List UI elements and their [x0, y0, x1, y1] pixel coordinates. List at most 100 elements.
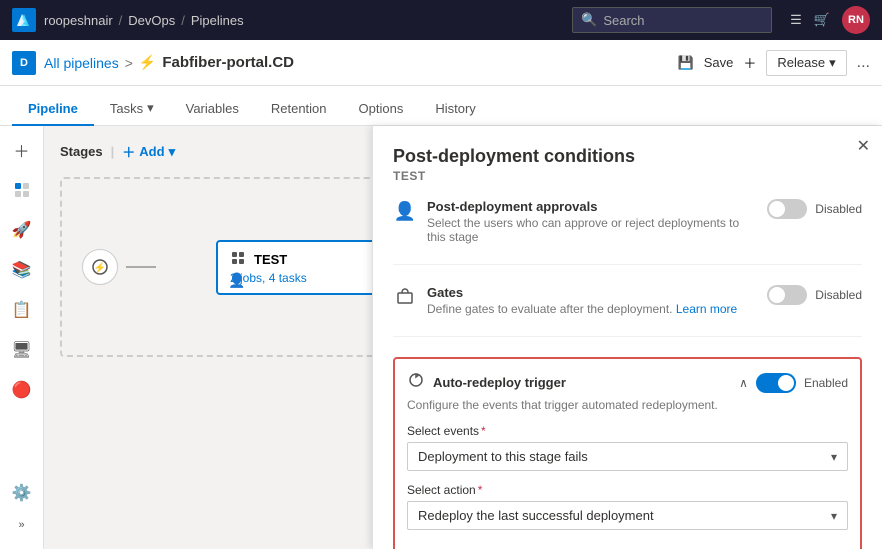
gates-toggle[interactable] — [767, 285, 807, 305]
select-events-required: * — [481, 424, 486, 438]
gates-title: Gates — [427, 285, 757, 300]
search-placeholder: Search — [603, 13, 644, 28]
auto-redeploy-toggle-label: Enabled — [804, 376, 848, 390]
auto-redeploy-section: Auto-redeploy trigger ∧ Enabled Configur… — [393, 357, 862, 549]
sidebar-icon-environments[interactable]: 🔴 — [6, 374, 38, 406]
second-bar: D All pipelines > ⚡ Fabfiber-portal.CD 💾… — [0, 40, 882, 86]
gates-row: Gates Define gates to evaluate after the… — [393, 285, 862, 316]
gates-toggle-track — [767, 285, 807, 305]
add-stage-button[interactable]: ＋ Add ▾ — [122, 142, 175, 161]
stage-icon — [230, 250, 246, 269]
pipeline-name: Fabfiber-portal.CD — [162, 54, 294, 71]
pipeline-icon-2: ⚡ — [139, 54, 156, 71]
release-chevron: ▾ — [829, 55, 836, 71]
gates-icon — [393, 287, 417, 312]
approvals-row: 👤 Post-deployment approvals Select the u… — [393, 199, 862, 244]
auto-redeploy-toggle-thumb — [778, 375, 794, 391]
auto-redeploy-icon — [407, 371, 425, 394]
pipeline-icon-box: D — [12, 51, 36, 75]
add-icon: ＋ — [122, 142, 135, 161]
select-events-value: Deployment to this stage fails — [418, 449, 588, 464]
approvals-toggle-track — [767, 199, 807, 219]
sidebar-icon-add[interactable]: ＋ — [6, 134, 38, 166]
gates-toggle-group: Disabled — [767, 285, 862, 305]
close-button[interactable]: ✕ — [857, 136, 870, 156]
sidebar-icon-pipeline[interactable] — [6, 174, 38, 206]
sidebar-icon-taskgroups[interactable]: 📋 — [6, 294, 38, 326]
left-sidebar: ＋ 🚀 📚 📋 🖥 🔴 ⚙️ » — [0, 126, 44, 549]
auto-redeploy-toggle[interactable] — [756, 373, 796, 393]
panel-subtitle: TEST — [393, 169, 862, 183]
sep2: / — [181, 13, 185, 28]
tab-options[interactable]: Options — [343, 93, 420, 126]
select-action-chevron: ▾ — [831, 509, 837, 523]
gates-toggle-thumb — [769, 287, 785, 303]
stage-name: TEST — [254, 252, 287, 267]
select-events-dropdown[interactable]: Deployment to this stage fails ▾ — [407, 442, 848, 471]
sidebar-icon-releases[interactable]: 🚀 — [6, 214, 38, 246]
auto-redeploy-collapse-icon[interactable]: ∧ — [739, 376, 748, 390]
select-action-value: Redeploy the last successful deployment — [418, 508, 654, 523]
list-icon[interactable]: ☰ — [790, 12, 802, 28]
release-button[interactable]: Release ▾ — [766, 50, 846, 76]
approvals-toggle-label: Disabled — [815, 202, 862, 216]
avatar[interactable]: RN — [842, 6, 870, 34]
cart-icon[interactable]: 🛒 — [814, 12, 830, 28]
gates-desc: Define gates to evaluate after the deplo… — [427, 302, 757, 316]
select-events-group: Select events * Deployment to this stage… — [407, 424, 848, 471]
approvals-desc: Select the users who can approve or reje… — [427, 216, 757, 244]
approvals-toggle-group: Disabled — [767, 199, 862, 219]
connector-line — [126, 266, 156, 268]
save-button[interactable]: Save — [704, 55, 734, 70]
add-label: Add — [139, 144, 164, 159]
search-icon: 🔍 — [581, 12, 597, 28]
more-button[interactable]: ... — [857, 54, 870, 72]
panel-title: Post-deployment conditions — [393, 146, 862, 167]
top-nav: roopeshnair / DevOps / Pipelines 🔍 Searc… — [0, 0, 882, 40]
tab-pipeline[interactable]: Pipeline — [12, 93, 94, 126]
trigger-icon: ⚡ — [82, 249, 118, 285]
azure-logo[interactable] — [12, 8, 36, 32]
approvals-icon: 👤 — [393, 201, 417, 222]
gates-toggle-label: Disabled — [815, 288, 862, 302]
sidebar-icon-deploymentgroups[interactable]: 🖥 — [6, 334, 38, 366]
tab-variables[interactable]: Variables — [170, 93, 255, 126]
approvals-toggle[interactable] — [767, 199, 807, 219]
tab-history[interactable]: History — [419, 93, 491, 126]
tab-retention[interactable]: Retention — [255, 93, 343, 126]
sidebar-bottom: ⚙️ » — [6, 477, 38, 541]
sidebar-icon-library[interactable]: 📚 — [6, 254, 38, 286]
panel-overlay: ✕ Post-deployment conditions TEST 👤 Post… — [372, 126, 882, 549]
auto-redeploy-toggle-track — [756, 373, 796, 393]
user-name[interactable]: roopeshnair — [44, 13, 113, 28]
breadcrumb-2: All pipelines > ⚡ Fabfiber-portal.CD — [44, 54, 294, 71]
stage-card[interactable]: TEST 2 jobs, 4 tasks 👤 — [216, 240, 396, 295]
sidebar-icon-settings[interactable]: ⚙️ — [6, 477, 38, 509]
tab-tasks[interactable]: Tasks ▾ — [94, 92, 170, 126]
all-pipelines-link[interactable]: All pipelines — [44, 55, 119, 71]
approvals-title: Post-deployment approvals — [427, 199, 757, 214]
auto-redeploy-desc: Configure the events that trigger automa… — [407, 398, 848, 412]
project-name[interactable]: Pipelines — [191, 13, 244, 28]
auto-redeploy-title: Auto-redeploy trigger — [433, 375, 731, 390]
gates-content: Gates Define gates to evaluate after the… — [427, 285, 757, 316]
approvals-content: Post-deployment approvals Select the use… — [427, 199, 757, 244]
select-action-dropdown[interactable]: Redeploy the last successful deployment … — [407, 501, 848, 530]
stage-sub: 2 jobs, 4 tasks — [230, 271, 382, 285]
search-box[interactable]: 🔍 Search — [572, 7, 772, 33]
svg-text:⚡: ⚡ — [94, 261, 106, 274]
learn-more-link[interactable]: Learn more — [676, 302, 737, 316]
stage-user-bottom: 👤 — [228, 272, 245, 289]
select-events-label: Select events * — [407, 424, 848, 438]
breadcrumb: roopeshnair / DevOps / Pipelines — [44, 13, 244, 28]
select-events-chevron: ▾ — [831, 450, 837, 464]
org-name[interactable]: DevOps — [128, 13, 175, 28]
plus-icon: ＋ — [743, 53, 756, 72]
sidebar-icon-expand[interactable]: » — [6, 509, 38, 541]
approvals-section: 👤 Post-deployment approvals Select the u… — [393, 199, 862, 265]
release-label: Release — [777, 55, 825, 70]
select-action-group: Select action * Redeploy the last succes… — [407, 483, 848, 530]
add-chevron: ▾ — [169, 144, 176, 160]
stages-label: Stages — [60, 144, 103, 159]
gates-section: Gates Define gates to evaluate after the… — [393, 285, 862, 337]
